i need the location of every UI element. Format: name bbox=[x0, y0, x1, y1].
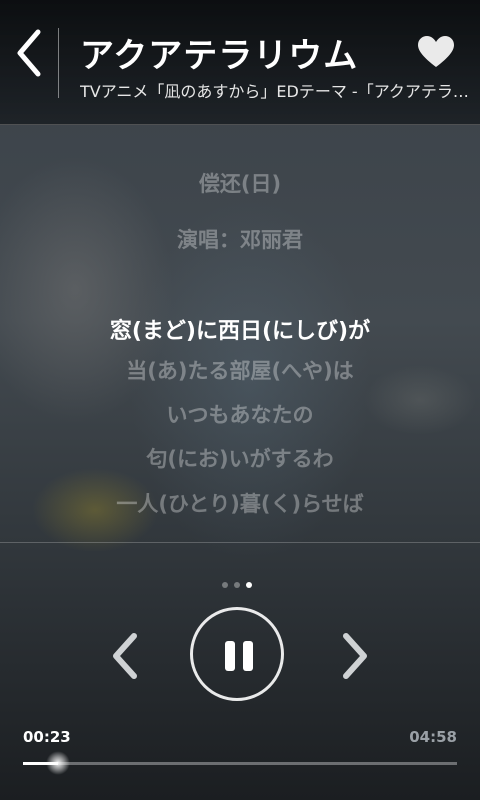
lyric-line: 一人(ひとり)暮(く)らせば bbox=[116, 492, 364, 516]
page-dot bbox=[222, 582, 228, 588]
heart-icon bbox=[418, 36, 454, 67]
next-track-button[interactable] bbox=[338, 630, 372, 682]
song-title: アクアテラリウム bbox=[80, 36, 359, 76]
lyric-line: 偿还(日) bbox=[198, 172, 282, 196]
page-dot-active bbox=[246, 582, 252, 588]
chevron-right-icon bbox=[343, 633, 367, 679]
lyric-line: 匂(にお)いがするわ bbox=[146, 447, 334, 471]
total-time: 04:58 bbox=[409, 728, 457, 746]
page-dot bbox=[234, 582, 240, 588]
progress-thumb[interactable] bbox=[45, 751, 70, 775]
progress-bar[interactable] bbox=[23, 751, 457, 775]
back-button[interactable] bbox=[10, 24, 50, 82]
pause-button[interactable] bbox=[190, 607, 284, 701]
previous-track-button[interactable] bbox=[108, 630, 142, 682]
lyric-line: 当(あ)たる部屋(へや)は bbox=[126, 359, 354, 383]
current-time: 00:23 bbox=[23, 728, 71, 746]
lyric-line: いつもあなたの bbox=[166, 403, 314, 427]
lyric-line-current: 窓(まど)に西日(にしび)が bbox=[109, 319, 371, 344]
favorite-button[interactable] bbox=[418, 36, 454, 68]
chevron-left-icon bbox=[113, 633, 137, 679]
lyric-line: 演唱：邓丽君 bbox=[177, 228, 303, 252]
chevron-left-icon bbox=[17, 29, 41, 77]
page-indicator bbox=[222, 573, 262, 588]
header-bar: アクアテラリウム TVアニメ「凪のあすから」EDテーマ -「アクアテラリウム」 bbox=[0, 0, 480, 125]
header-divider bbox=[58, 28, 59, 98]
song-subtitle: TVアニメ「凪のあすから」EDテーマ -「アクアテラリウム」 bbox=[80, 82, 472, 101]
controls-divider bbox=[0, 542, 480, 543]
